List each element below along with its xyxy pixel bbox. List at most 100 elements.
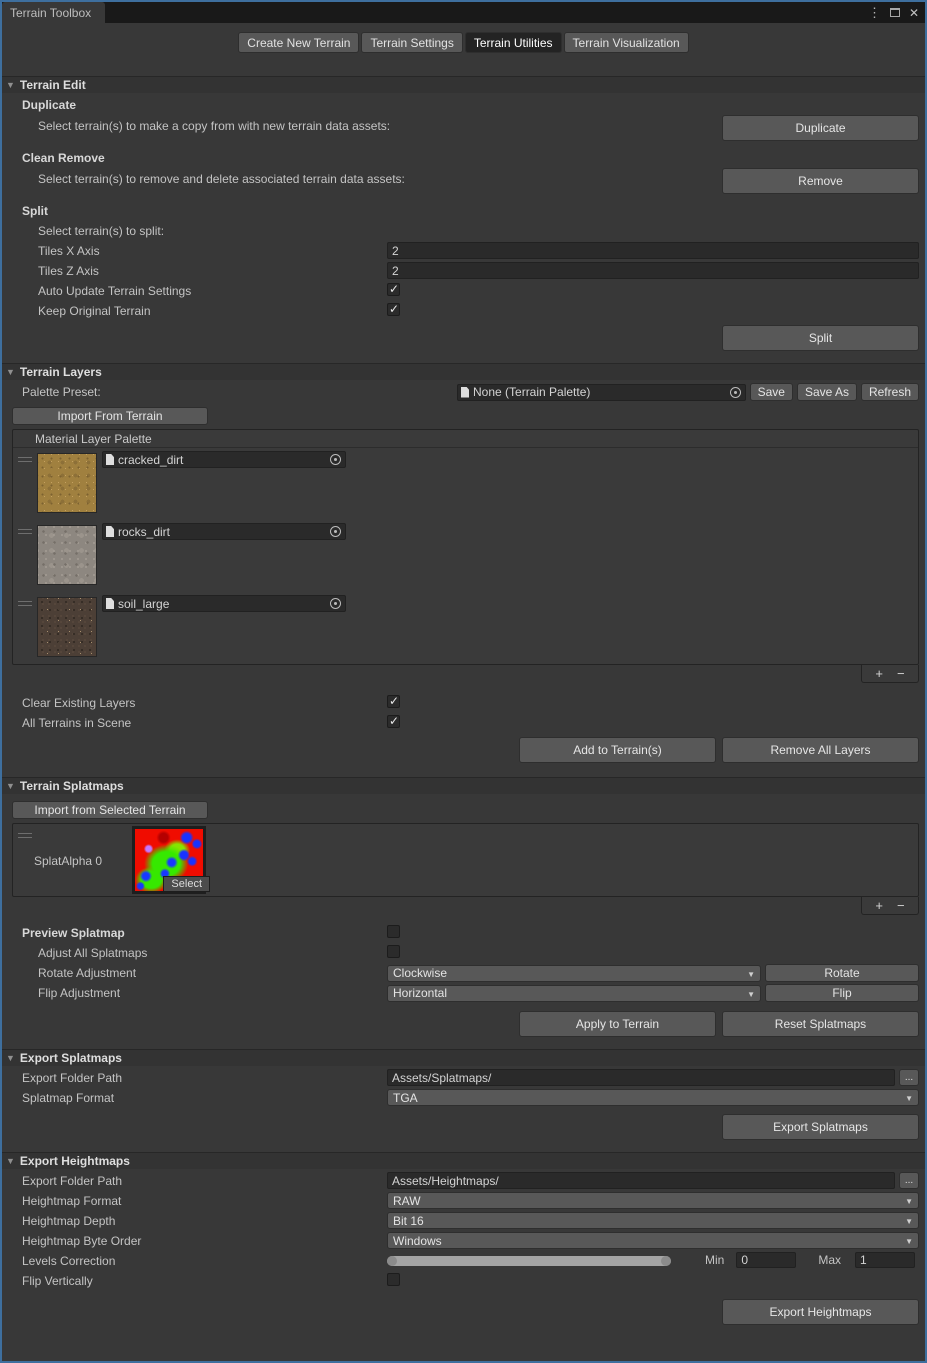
terrain-toolbox-window: Terrain Toolbox ⋮ ✕ Create New Terrain T… xyxy=(0,0,927,1363)
apply-to-terrain-button[interactable]: Apply to Terrain xyxy=(519,1011,716,1037)
flip-vertically-label: Flip Vertically xyxy=(22,1274,93,1288)
levels-correction-minmax-slider[interactable] xyxy=(387,1255,671,1267)
keep-original-label: Keep Original Terrain xyxy=(38,304,151,318)
object-picker-icon[interactable] xyxy=(330,598,341,609)
export-heightmaps-header[interactable]: ▼ Export Heightmaps xyxy=(2,1152,925,1169)
asset-doc-icon xyxy=(106,526,114,537)
browse-button[interactable]: ... xyxy=(899,1069,919,1086)
clear-existing-checkbox[interactable] xyxy=(387,695,400,708)
duplicate-button[interactable]: Duplicate xyxy=(722,115,919,141)
layer-object-field[interactable]: rocks_dirt xyxy=(102,523,346,540)
chevron-down-icon: ▼ xyxy=(747,970,755,979)
drag-handle-icon[interactable] xyxy=(18,601,32,602)
slider-max-handle[interactable] xyxy=(661,1256,671,1266)
foldout-icon: ▼ xyxy=(6,781,15,791)
section-title: Terrain Splatmaps xyxy=(20,779,124,793)
heightmap-format-dropdown[interactable]: RAW ▼ xyxy=(387,1192,919,1209)
material-layer-palette-list: Material Layer Palette cracked_dirt xyxy=(12,429,919,665)
import-from-terrain-button[interactable]: Import From Terrain xyxy=(12,407,208,425)
layer-thumbnail-soil-large[interactable] xyxy=(37,597,97,657)
terrain-splatmaps-header[interactable]: ▼ Terrain Splatmaps xyxy=(2,777,925,794)
flip-adjustment-dropdown[interactable]: Horizontal ▼ xyxy=(387,985,761,1002)
tab-terrain-settings[interactable]: Terrain Settings xyxy=(361,32,462,53)
object-picker-icon[interactable] xyxy=(330,526,341,537)
export-heightmaps-folder-input[interactable]: Assets/Heightmaps/ xyxy=(387,1172,895,1189)
chevron-down-icon: ▼ xyxy=(747,990,755,999)
max-value-input[interactable]: 1 xyxy=(855,1252,915,1268)
levels-correction-label: Levels Correction xyxy=(22,1254,115,1268)
splat-list-footer: + − xyxy=(861,897,919,915)
drag-handle-icon[interactable] xyxy=(18,457,32,458)
split-heading: Split xyxy=(22,204,48,218)
duplicate-description: Select terrain(s) to make a copy from wi… xyxy=(38,119,390,133)
flip-vertically-checkbox[interactable] xyxy=(387,1273,400,1286)
reset-splatmaps-button[interactable]: Reset Splatmaps xyxy=(722,1011,919,1037)
all-terrains-checkbox[interactable] xyxy=(387,715,400,728)
layer-object-field[interactable]: soil_large xyxy=(102,595,346,612)
adjust-all-splatmaps-checkbox[interactable] xyxy=(387,945,400,958)
asset-doc-icon xyxy=(106,598,114,609)
remove-layer-button[interactable]: − xyxy=(894,667,908,680)
auto-update-checkbox[interactable] xyxy=(387,283,400,296)
object-picker-icon[interactable] xyxy=(330,454,341,465)
heightmap-depth-dropdown[interactable]: Bit 16 ▼ xyxy=(387,1212,919,1229)
keep-original-checkbox[interactable] xyxy=(387,303,400,316)
splatmap-format-dropdown[interactable]: TGA ▼ xyxy=(387,1089,919,1106)
window-tab-terrain-toolbox[interactable]: Terrain Toolbox xyxy=(2,2,105,23)
split-button[interactable]: Split xyxy=(722,325,919,351)
max-label: Max xyxy=(818,1253,841,1267)
tiles-z-input[interactable]: 2 xyxy=(387,262,919,279)
slider-min-handle[interactable] xyxy=(387,1256,397,1266)
close-icon[interactable]: ✕ xyxy=(909,7,919,19)
rotate-button[interactable]: Rotate xyxy=(765,964,919,982)
tab-create-new-terrain[interactable]: Create New Terrain xyxy=(238,32,359,53)
add-layer-button[interactable]: + xyxy=(872,667,886,680)
export-splatmaps-folder-input[interactable]: Assets/Splatmaps/ xyxy=(387,1069,895,1086)
browse-button[interactable]: ... xyxy=(899,1172,919,1189)
material-layer-palette-title: Material Layer Palette xyxy=(13,430,918,448)
asset-doc-icon xyxy=(106,454,114,465)
splatmap-select-button[interactable]: Select xyxy=(163,876,210,892)
object-picker-icon[interactable] xyxy=(730,387,741,398)
layer-row: cracked_dirt xyxy=(13,448,918,520)
remove-splat-button[interactable]: − xyxy=(894,899,908,912)
save-as-button[interactable]: Save As xyxy=(797,383,857,401)
splatmap-thumbnail[interactable]: Select xyxy=(132,826,206,894)
add-splat-button[interactable]: + xyxy=(872,899,886,912)
preview-splatmap-checkbox[interactable] xyxy=(387,925,400,938)
layer-thumbnail-cracked-dirt[interactable] xyxy=(37,453,97,513)
maximize-icon[interactable] xyxy=(890,8,900,17)
chevron-down-icon: ▼ xyxy=(905,1197,913,1206)
tab-terrain-visualization[interactable]: Terrain Visualization xyxy=(564,32,689,53)
export-splatmaps-header[interactable]: ▼ Export Splatmaps xyxy=(2,1049,925,1066)
drag-handle-icon[interactable] xyxy=(18,529,32,530)
slider-track[interactable] xyxy=(387,1256,671,1266)
layer-object-field[interactable]: cracked_dirt xyxy=(102,451,346,468)
titlebar: Terrain Toolbox ⋮ ✕ xyxy=(2,2,925,23)
layer-row: rocks_dirt xyxy=(13,520,918,592)
min-value-input[interactable]: 0 xyxy=(736,1252,796,1268)
flip-button[interactable]: Flip xyxy=(765,984,919,1002)
terrain-layers-header[interactable]: ▼ Terrain Layers xyxy=(2,363,925,380)
export-splatmaps-button[interactable]: Export Splatmaps xyxy=(722,1114,919,1140)
terrain-edit-header[interactable]: ▼ Terrain Edit xyxy=(2,76,925,93)
add-to-terrain-button[interactable]: Add to Terrain(s) xyxy=(519,737,716,763)
refresh-button[interactable]: Refresh xyxy=(861,383,919,401)
import-from-selected-terrain-button[interactable]: Import from Selected Terrain xyxy=(12,801,208,819)
layer-thumbnail-rocks-dirt[interactable] xyxy=(37,525,97,585)
save-button[interactable]: Save xyxy=(750,383,793,401)
palette-preset-object-field[interactable]: None (Terrain Palette) xyxy=(457,384,746,401)
tiles-x-label: Tiles X Axis xyxy=(38,244,100,258)
more-menu-icon[interactable]: ⋮ xyxy=(868,6,881,19)
tiles-x-input[interactable]: 2 xyxy=(387,242,919,259)
tab-terrain-utilities[interactable]: Terrain Utilities xyxy=(465,32,562,53)
remove-button[interactable]: Remove xyxy=(722,168,919,194)
heightmap-byte-order-dropdown[interactable]: Windows ▼ xyxy=(387,1232,919,1249)
section-export-heightmaps: ▼ Export Heightmaps Export Folder Path A… xyxy=(2,1152,925,1331)
window-controls: ⋮ ✕ xyxy=(868,2,919,23)
drag-handle-icon[interactable] xyxy=(18,833,32,834)
remove-all-layers-button[interactable]: Remove All Layers xyxy=(722,737,919,763)
rotate-adjustment-dropdown[interactable]: Clockwise ▼ xyxy=(387,965,761,982)
clean-remove-heading: Clean Remove xyxy=(22,151,105,165)
export-heightmaps-button[interactable]: Export Heightmaps xyxy=(722,1299,919,1325)
